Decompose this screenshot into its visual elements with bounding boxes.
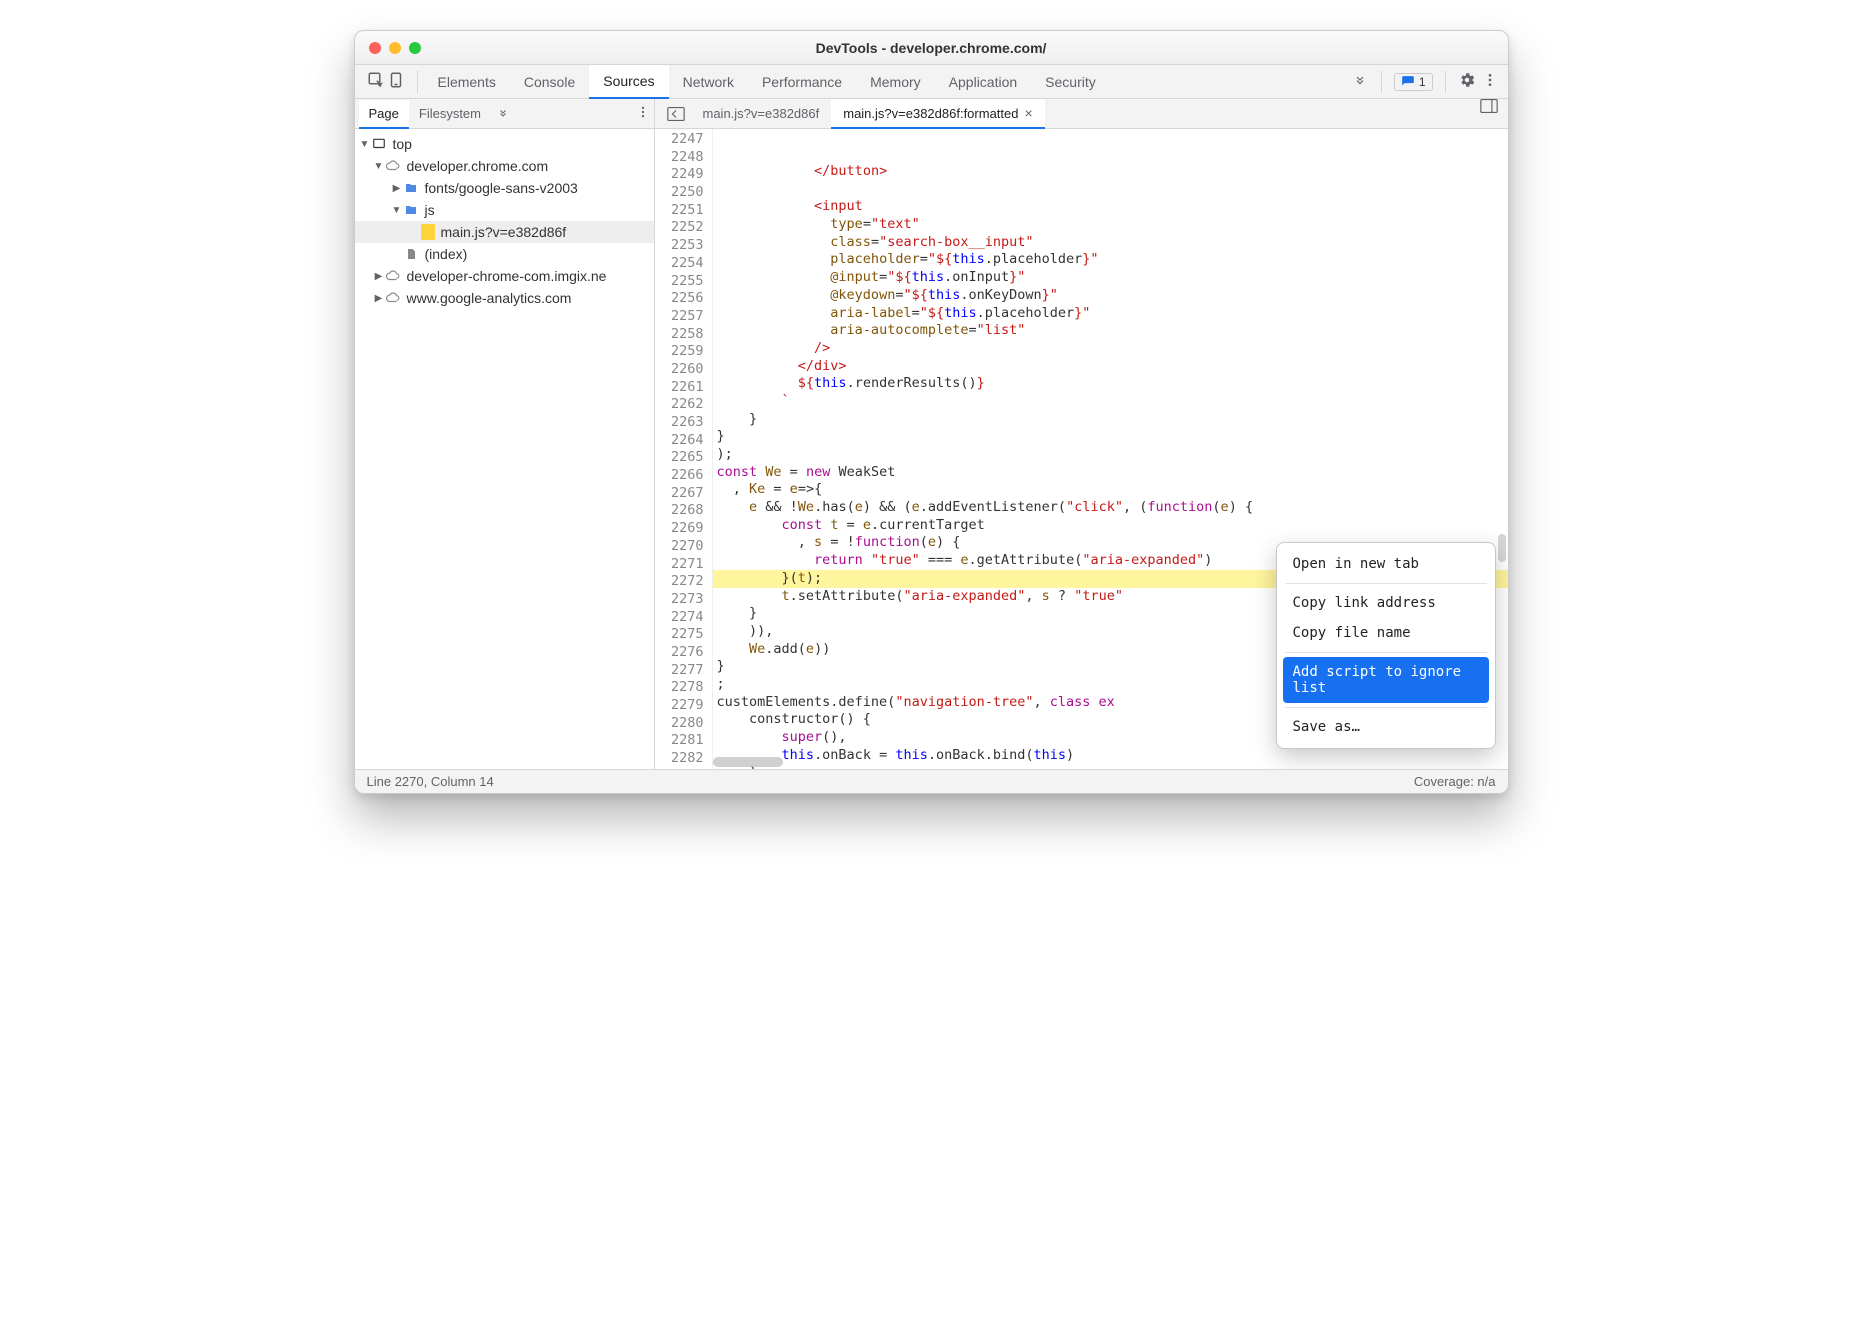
file-tabs: main.js?v=e382d86fmain.js?v=e382d86f:for… bbox=[655, 99, 1508, 129]
more-tabs-icon[interactable] bbox=[1345, 73, 1375, 90]
tree-row-mainjs[interactable]: main.js?v=e382d86f bbox=[355, 221, 654, 243]
tree-row-fonts[interactable]: ▶ fonts/google-sans-v2003 bbox=[355, 177, 654, 199]
minimize-window-button[interactable] bbox=[389, 42, 401, 54]
main-tab-security[interactable]: Security bbox=[1031, 65, 1110, 98]
context-copy-file[interactable]: Copy file name bbox=[1283, 618, 1489, 648]
file-tab[interactable]: main.js?v=e382d86f bbox=[691, 99, 832, 128]
cloud-icon bbox=[385, 290, 401, 306]
main-tab-memory[interactable]: Memory bbox=[856, 65, 935, 98]
close-tab-icon[interactable]: × bbox=[1024, 105, 1032, 121]
sidebar-tab-page[interactable]: Page bbox=[359, 100, 409, 129]
devtools-window: DevTools - developer.chrome.com/ Element… bbox=[354, 30, 1509, 794]
context-open-new-tab[interactable]: Open in new tab bbox=[1283, 549, 1489, 579]
document-icon bbox=[403, 246, 419, 262]
sidebar-options-icon[interactable] bbox=[636, 104, 650, 123]
code-editor[interactable]: 2247224822492250225122522253225422552256… bbox=[655, 129, 1508, 769]
tree-row-js[interactable]: ▼ js bbox=[355, 199, 654, 221]
main-tab-application[interactable]: Application bbox=[935, 65, 1032, 98]
main-tab-elements[interactable]: Elements bbox=[424, 65, 510, 98]
window-title: DevTools - developer.chrome.com/ bbox=[355, 40, 1508, 56]
device-toolbar-icon[interactable] bbox=[387, 71, 405, 92]
context-ignore-list[interactable]: Add script to ignore list bbox=[1283, 657, 1489, 703]
statusbar: Line 2270, Column 14 Coverage: n/a bbox=[355, 769, 1508, 793]
cloud-icon bbox=[385, 158, 401, 174]
nav-history-icon[interactable] bbox=[661, 99, 691, 128]
horizontal-scrollbar[interactable] bbox=[713, 757, 783, 767]
messages-badge[interactable]: 1 bbox=[1394, 73, 1433, 91]
context-copy-link[interactable]: Copy link address bbox=[1283, 588, 1489, 618]
status-coverage: Coverage: n/a bbox=[1414, 774, 1496, 789]
frame-icon bbox=[371, 136, 387, 152]
more-options-icon[interactable] bbox=[1482, 71, 1498, 92]
sidebar-tab-filesystem[interactable]: Filesystem bbox=[409, 99, 491, 128]
tree-row-domain3[interactable]: ▶ www.google-analytics.com bbox=[355, 287, 654, 309]
main-tab-sources[interactable]: Sources bbox=[589, 65, 668, 99]
settings-icon[interactable] bbox=[1458, 71, 1476, 92]
context-menu: Open in new tab Copy link address Copy f… bbox=[1276, 542, 1496, 749]
status-cursor: Line 2270, Column 14 bbox=[367, 774, 494, 789]
content-pane: main.js?v=e382d86fmain.js?v=e382d86f:for… bbox=[655, 99, 1508, 769]
close-window-button[interactable] bbox=[369, 42, 381, 54]
tree-row-index[interactable]: (index) bbox=[355, 243, 654, 265]
cloud-icon bbox=[385, 268, 401, 284]
sidebar-more-tabs-icon[interactable] bbox=[491, 106, 515, 122]
body: Page Filesystem ▼ top ▼ develop bbox=[355, 99, 1508, 769]
folder-icon bbox=[403, 202, 419, 218]
sidebar-tabs: Page Filesystem bbox=[355, 99, 654, 129]
file-tab[interactable]: main.js?v=e382d86f:formatted× bbox=[831, 99, 1044, 129]
main-tab-console[interactable]: Console bbox=[510, 65, 589, 98]
messages-count: 1 bbox=[1419, 75, 1426, 89]
vertical-scrollbar[interactable] bbox=[1498, 534, 1506, 562]
tree-row-domain2[interactable]: ▶ developer-chrome-com.imgix.ne bbox=[355, 265, 654, 287]
file-tree: ▼ top ▼ developer.chrome.com ▶ fonts/goo… bbox=[355, 129, 654, 769]
inspect-element-icon[interactable] bbox=[367, 71, 385, 92]
main-tab-network[interactable]: Network bbox=[669, 65, 748, 98]
tree-row-domain1[interactable]: ▼ developer.chrome.com bbox=[355, 155, 654, 177]
window-controls bbox=[355, 42, 421, 54]
context-save-as[interactable]: Save as… bbox=[1283, 712, 1489, 742]
main-tab-performance[interactable]: Performance bbox=[748, 65, 856, 98]
titlebar: DevTools - developer.chrome.com/ bbox=[355, 31, 1508, 65]
line-gutter: 2247224822492250225122522253225422552256… bbox=[655, 129, 713, 769]
collapse-pane-icon[interactable] bbox=[1470, 99, 1508, 128]
toolbar: ElementsConsoleSourcesNetworkPerformance… bbox=[355, 65, 1508, 99]
sidebar: Page Filesystem ▼ top ▼ develop bbox=[355, 99, 655, 769]
zoom-window-button[interactable] bbox=[409, 42, 421, 54]
folder-icon bbox=[403, 180, 419, 196]
tree-row-top[interactable]: ▼ top bbox=[355, 133, 654, 155]
js-file-icon bbox=[421, 224, 435, 240]
main-tabs: ElementsConsoleSourcesNetworkPerformance… bbox=[424, 65, 1345, 98]
